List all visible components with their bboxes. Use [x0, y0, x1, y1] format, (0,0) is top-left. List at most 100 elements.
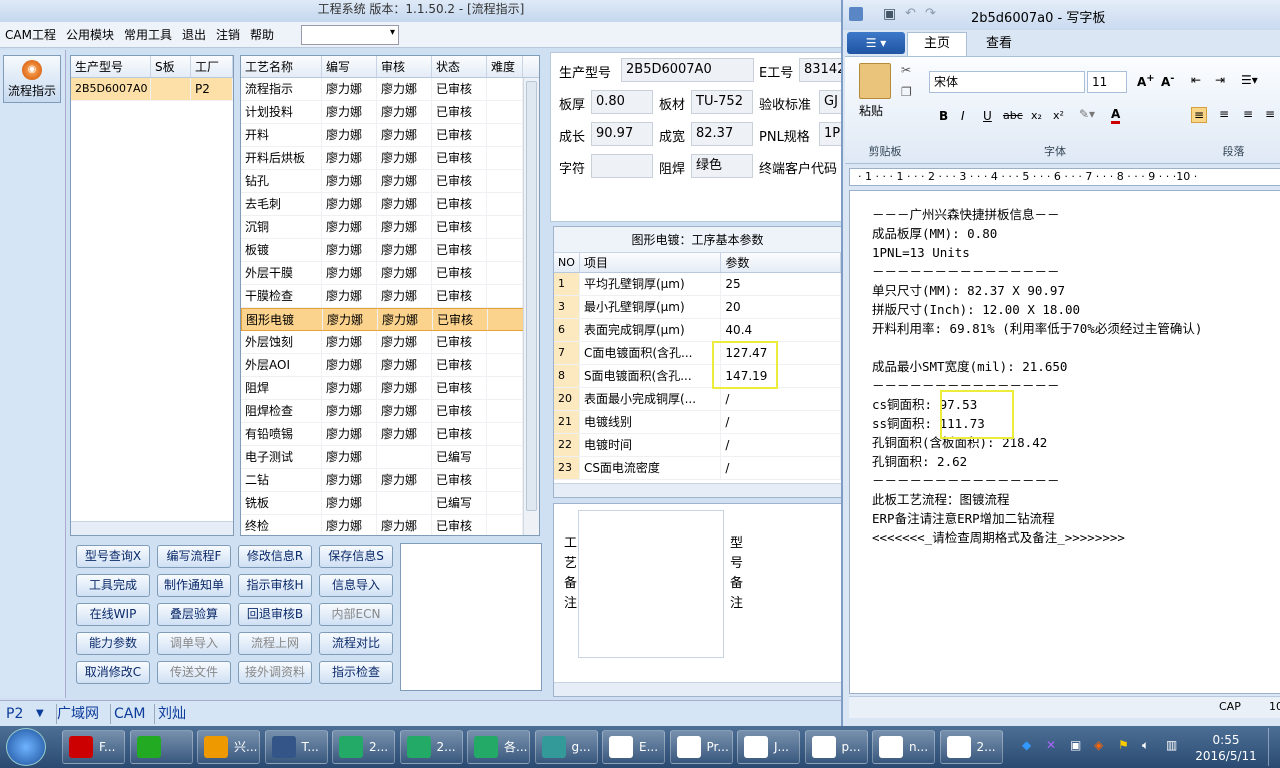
col-value[interactable]: 参数: [721, 253, 841, 272]
remark-hscrollbar[interactable]: [554, 682, 841, 696]
menu-logout[interactable]: 注销: [211, 22, 245, 48]
tab-home[interactable]: 主页: [907, 32, 967, 56]
col-process[interactable]: 工艺名称: [241, 56, 322, 77]
taskbar-button[interactable]: J...: [737, 730, 800, 764]
action-button[interactable]: 取消修改C: [76, 661, 150, 684]
process-remark-box[interactable]: [578, 510, 724, 658]
bold-icon[interactable]: B: [939, 109, 948, 123]
taskbar-button[interactable]: g...: [534, 730, 598, 764]
redo-icon[interactable]: ↷: [925, 6, 936, 21]
table-row[interactable]: 钻孔 廖力娜 廖力娜 已审核: [241, 170, 539, 193]
tray-device-icon[interactable]: ▣: [1070, 738, 1081, 752]
action-button[interactable]: 指示检查: [319, 661, 393, 684]
action-button[interactable]: 回退审核B: [238, 603, 312, 626]
strikethrough-icon[interactable]: abc: [1003, 109, 1023, 122]
menu-help[interactable]: 帮助: [245, 22, 279, 48]
increase-indent-icon[interactable]: ⇥: [1215, 73, 1225, 87]
menu-combo[interactable]: [301, 25, 399, 45]
table-row[interactable]: 有铅喷锡 廖力娜 廖力娜 已审核: [241, 423, 539, 446]
menu-exit[interactable]: 退出: [177, 22, 211, 48]
table-row[interactable]: 流程指示 廖力娜 廖力娜 已审核: [241, 78, 539, 101]
justify-icon[interactable]: ≡: [1265, 107, 1275, 121]
table-row[interactable]: 2B5D6007A0 P2: [71, 78, 233, 101]
col-item[interactable]: 项目: [580, 253, 722, 272]
menu-public[interactable]: 公用模块: [61, 22, 119, 48]
table-row[interactable]: 外层蚀刻 廖力娜 廖力娜 已审核: [241, 331, 539, 354]
col-difficulty[interactable]: 难度: [487, 56, 523, 77]
taskbar-button[interactable]: n...: [872, 730, 935, 764]
volume-icon[interactable]: 🔈︎: [1142, 738, 1149, 753]
table-row[interactable]: 干膜检查 廖力娜 廖力娜 已审核: [241, 285, 539, 308]
taskbar-button[interactable]: p...: [804, 730, 868, 764]
table-row[interactable]: 终检 廖力娜 廖力娜 已审核: [241, 515, 539, 535]
table-row[interactable]: 开料后烘板 廖力娜 廖力娜 已审核: [241, 147, 539, 170]
plant-status[interactable]: P2: [6, 704, 23, 724]
col-no[interactable]: NO: [554, 253, 580, 272]
width-field[interactable]: 82.37: [691, 122, 753, 146]
eng-field[interactable]: 83142: [799, 58, 845, 82]
table-row[interactable]: 外层干膜 廖力娜 廖力娜 已审核: [241, 262, 539, 285]
tray-x-icon[interactable]: ✕: [1046, 738, 1056, 752]
paste-label[interactable]: 粘贴: [859, 102, 883, 119]
col-author[interactable]: 编写: [322, 56, 377, 77]
taskbar-button[interactable]: 兴...: [197, 730, 260, 764]
standard-field[interactable]: GJ: [819, 90, 843, 114]
action-button[interactable]: 制作通知单: [157, 574, 231, 597]
process-grid-scrollbar[interactable]: [523, 78, 539, 535]
start-button[interactable]: [6, 728, 46, 766]
action-button[interactable]: 信息导入: [319, 574, 393, 597]
taskbar-button[interactable]: 各...: [467, 730, 530, 764]
align-right-icon[interactable]: ≡: [1243, 107, 1253, 121]
action-button[interactable]: 型号查询X: [76, 545, 150, 568]
length-field[interactable]: 90.97: [591, 122, 653, 146]
ruler[interactable]: · 1 · · · 1 · · · 2 · · · 3 · · · 4 · · …: [849, 168, 1280, 186]
save-icon[interactable]: ▣: [883, 6, 896, 22]
action-button[interactable]: 传送文件: [157, 661, 231, 684]
subscript-icon[interactable]: x₂: [1031, 109, 1042, 122]
network-icon[interactable]: ▥: [1166, 738, 1177, 752]
highlight-icon[interactable]: ✎▾: [1079, 107, 1095, 121]
table-row[interactable]: 阻焊检查 廖力娜 廖力娜 已审核: [241, 400, 539, 423]
taskbar-button[interactable]: E...: [602, 730, 665, 764]
table-row[interactable]: 计划投料 廖力娜 廖力娜 已审核: [241, 101, 539, 124]
align-left-icon[interactable]: ≡: [1191, 107, 1208, 123]
table-row[interactable]: 8 S面电镀面积(含孔... 147.19: [554, 365, 841, 388]
taskbar-button[interactable]: [129, 730, 193, 764]
tray-app-icon[interactable]: ◆: [1022, 738, 1031, 752]
taskbar-button[interactable]: Pr...: [669, 730, 733, 764]
material-field[interactable]: TU-752: [691, 90, 753, 114]
align-center-icon[interactable]: ≡: [1219, 107, 1229, 121]
pnl-field[interactable]: 1P: [819, 122, 843, 146]
font-family-select[interactable]: 宋体: [929, 71, 1085, 93]
cut-icon[interactable]: ✂: [901, 63, 911, 77]
show-desktop-button[interactable]: [1268, 728, 1280, 766]
model-grid-scrollbar[interactable]: [71, 521, 233, 535]
table-row[interactable]: 铣板 廖力娜 已编写: [241, 492, 539, 515]
col-s[interactable]: S板: [151, 56, 191, 77]
col-reviewer[interactable]: 审核: [377, 56, 432, 77]
table-row[interactable]: 电子测试 廖力娜 已编写: [241, 446, 539, 469]
table-row[interactable]: 1 平均孔壁铜厚(μm) 25: [554, 273, 841, 296]
col-model[interactable]: 生产型号: [71, 56, 151, 77]
paste-icon[interactable]: [859, 63, 891, 99]
flow-indicator-button[interactable]: ◉ 流程指示: [3, 55, 61, 103]
taskbar-button[interactable]: F...: [62, 730, 125, 764]
tab-view[interactable]: 查看: [969, 32, 1029, 56]
taskbar-button[interactable]: T...: [264, 730, 328, 764]
action-button[interactable]: 叠层验算: [157, 603, 231, 626]
taskbar-button[interactable]: 2...: [399, 730, 463, 764]
font-size-select[interactable]: 11: [1087, 71, 1127, 93]
col-factory[interactable]: 工厂: [191, 56, 233, 77]
underline-icon[interactable]: U: [983, 109, 992, 123]
table-row[interactable]: 23 CS面电流密度 /: [554, 457, 841, 480]
action-button[interactable]: 流程对比: [319, 632, 393, 655]
table-row[interactable]: 开料 廖力娜 廖力娜 已审核: [241, 124, 539, 147]
undo-icon[interactable]: ↶: [905, 6, 916, 21]
plant-dropdown-icon[interactable]: ▼: [36, 704, 44, 724]
shrink-font-icon[interactable]: A-: [1161, 73, 1174, 89]
param-hscrollbar[interactable]: [554, 483, 841, 497]
menu-tools[interactable]: 常用工具: [119, 22, 177, 48]
font-color-icon[interactable]: A: [1111, 107, 1121, 124]
action-button[interactable]: 能力参数: [76, 632, 150, 655]
table-row[interactable]: 外层AOI 廖力娜 廖力娜 已审核: [241, 354, 539, 377]
